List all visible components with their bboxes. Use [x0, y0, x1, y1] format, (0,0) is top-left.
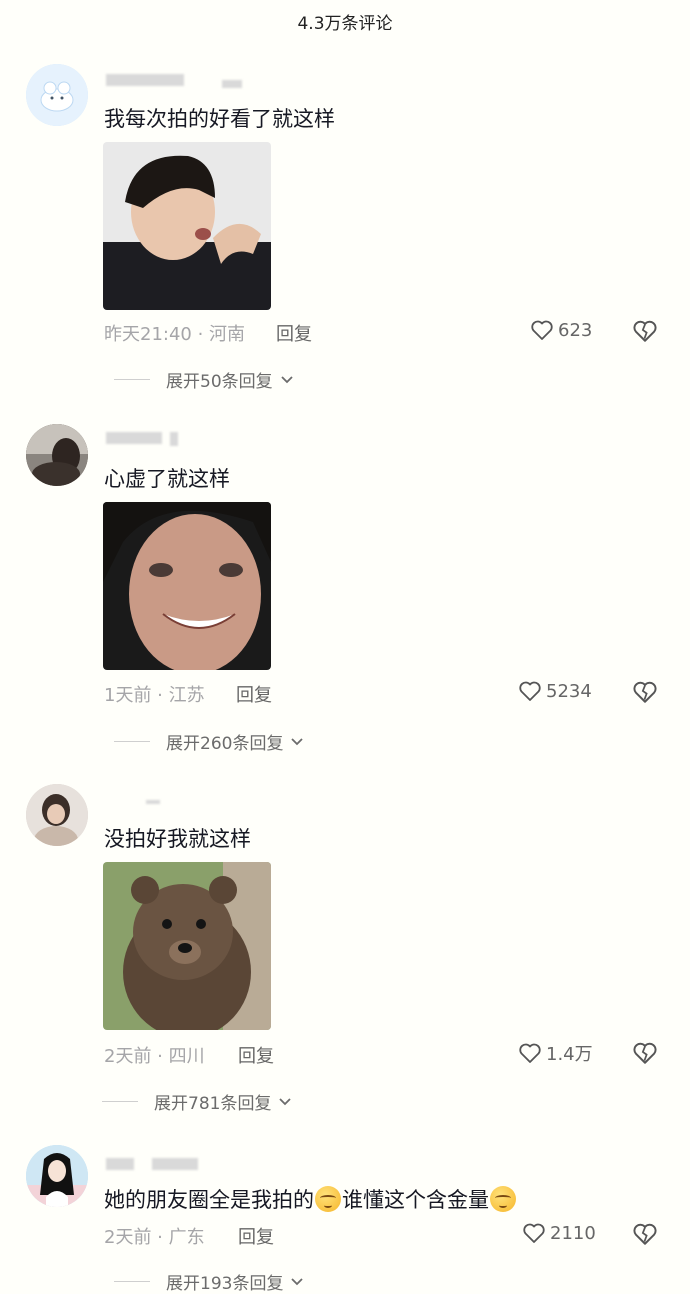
comment-time-location: 2天前 · 四川: [104, 1046, 205, 1067]
comments-count-title: 4.3万条评论: [297, 14, 393, 34]
avatar-image: [26, 1145, 88, 1207]
divider-line: [102, 1101, 138, 1102]
avatar-image: [26, 64, 88, 126]
comment-text-part2: 谁懂这个含金量: [342, 1188, 489, 1212]
dislike-button[interactable]: [632, 679, 658, 705]
chevron-down-icon: [291, 1277, 304, 1285]
user-avatar[interactable]: [26, 1145, 88, 1207]
relieved-face-emoji: [490, 1186, 516, 1212]
like-count: 1.4万: [546, 1044, 593, 1065]
broken-heart-icon: [633, 1223, 657, 1245]
like-button[interactable]: 1.4万: [518, 1040, 593, 1066]
meme-photo-smiling-man: [103, 502, 271, 670]
meme-photo-man: [103, 142, 271, 310]
expand-replies-label: 展开781条回复: [154, 1094, 272, 1114]
user-avatar[interactable]: [26, 784, 88, 846]
user-avatar[interactable]: [26, 64, 88, 126]
like-button[interactable]: 623: [530, 318, 592, 342]
reply-button[interactable]: 回复: [238, 1223, 274, 1249]
username-redacted[interactable]: [106, 74, 184, 86]
comment-text: 我每次拍的好看了就这样: [104, 107, 335, 131]
comment-image[interactable]: [103, 142, 271, 310]
chevron-down-icon: [281, 375, 293, 383]
chevron-down-icon: [291, 737, 304, 745]
like-button[interactable]: 5234: [518, 679, 592, 703]
username-redacted-tail: [222, 80, 242, 88]
heart-icon: [523, 1223, 545, 1243]
expand-replies-label: 展开260条回复: [166, 734, 284, 754]
expand-replies-button[interactable]: 展开193条回复: [114, 1269, 305, 1294]
username-redacted[interactable]: [106, 1158, 134, 1170]
like-button[interactable]: 2110: [522, 1221, 596, 1245]
username-redacted[interactable]: [146, 800, 160, 804]
broken-heart-icon: [633, 320, 657, 342]
username-redacted-tail: [170, 432, 178, 446]
relieved-face-emoji: [315, 1186, 341, 1212]
avatar-image: [26, 424, 88, 486]
username-redacted[interactable]: [106, 432, 162, 444]
comment-time-location: 2天前 · 广东: [104, 1227, 205, 1248]
username-redacted-tail: [152, 1158, 198, 1170]
divider-line: [114, 1281, 150, 1282]
reply-button[interactable]: 回复: [276, 320, 312, 346]
reply-button[interactable]: 回复: [238, 1042, 274, 1068]
comment-text: 没拍好我就这样: [104, 827, 251, 851]
comment-image[interactable]: [103, 502, 271, 670]
expand-replies-label: 展开193条回复: [166, 1274, 284, 1294]
avatar-image: [26, 784, 88, 846]
divider-line: [114, 379, 150, 380]
like-count: 5234: [546, 680, 592, 702]
meme-photo-bear-cub: [103, 862, 271, 1030]
comment-time-location: 昨天21:40 · 河南: [104, 324, 246, 345]
dislike-button[interactable]: [632, 318, 658, 344]
heart-icon: [519, 681, 541, 701]
reply-button[interactable]: 回复: [236, 681, 272, 707]
broken-heart-icon: [633, 681, 657, 703]
comment-time-location: 1天前 · 江苏: [104, 685, 205, 706]
comment-text: 她的朋友圈全是我拍的 谁懂这个含金量: [104, 1184, 517, 1214]
heart-icon: [519, 1043, 541, 1063]
comment-image[interactable]: [103, 862, 271, 1030]
chevron-down-icon: [279, 1097, 292, 1105]
comment-text: 心虚了就这样: [104, 467, 230, 491]
comment-text-part1: 她的朋友圈全是我拍的: [104, 1188, 314, 1212]
heart-icon: [531, 320, 553, 340]
dislike-button[interactable]: [632, 1221, 658, 1247]
expand-replies-label: 展开50条回复: [166, 372, 273, 392]
expand-replies-button[interactable]: 展开260条回复: [114, 729, 305, 754]
dislike-button[interactable]: [632, 1040, 658, 1066]
like-count: 2110: [550, 1222, 596, 1244]
expand-replies-button[interactable]: 展开781条回复: [102, 1089, 293, 1114]
like-count: 623: [558, 319, 593, 341]
divider-line: [114, 741, 150, 742]
expand-replies-button[interactable]: 展开50条回复: [114, 367, 295, 392]
user-avatar[interactable]: [26, 424, 88, 486]
broken-heart-icon: [633, 1042, 657, 1064]
